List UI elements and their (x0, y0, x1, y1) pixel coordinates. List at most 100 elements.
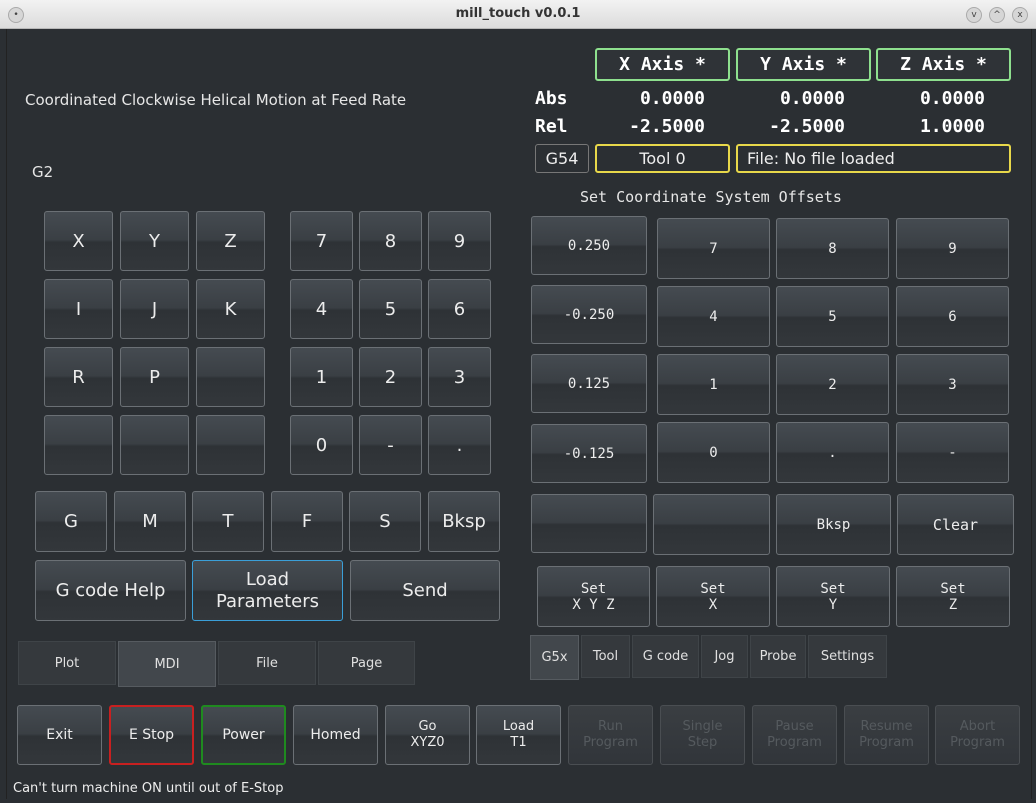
offset-clear-button[interactable]: Clear (897, 494, 1014, 555)
offset-preset-minus-0250[interactable]: -0.250 (531, 285, 647, 344)
x-axis-button[interactable]: X Axis * (595, 48, 730, 81)
offset-key-dot[interactable]: . (776, 422, 889, 483)
mdi-key-blank[interactable] (44, 415, 113, 475)
rel-z-value: 1.0000 (919, 116, 985, 137)
set-xyz-button[interactable]: Set X Y Z (537, 566, 650, 627)
mdi-num-dot[interactable]: . (428, 415, 491, 475)
homed-button[interactable]: Homed (293, 705, 378, 765)
mdi-backspace-button[interactable]: Bksp (428, 491, 500, 552)
offset-key-6[interactable]: 6 (896, 286, 1009, 347)
mdi-key-i[interactable]: I (44, 279, 113, 339)
mdi-key-r[interactable]: R (44, 347, 113, 407)
set-y-line1: Set (820, 580, 846, 597)
set-xyz-line2: X Y Z (572, 596, 615, 613)
close-icon[interactable]: x (1012, 7, 1028, 23)
offset-preset-0125[interactable]: 0.125 (531, 354, 647, 413)
rel-label: Rel (535, 116, 568, 137)
load-parameters-line2: Parameters (215, 590, 320, 612)
tab-jog[interactable]: Jog (701, 635, 748, 678)
mdi-key-blank[interactable] (196, 415, 265, 475)
set-z-button[interactable]: Set Z (896, 566, 1010, 627)
tab-settings[interactable]: Settings (808, 635, 887, 678)
mdi-word-m[interactable]: M (114, 491, 186, 552)
gcode-description: Coordinated Clockwise Helical Motion at … (25, 91, 407, 109)
abort-program-line1: Abort (959, 719, 996, 734)
offset-key-1[interactable]: 1 (657, 354, 770, 415)
mdi-key-blank[interactable] (120, 415, 189, 475)
offset-key-blank[interactable] (653, 494, 770, 555)
set-y-line2: Y (828, 596, 838, 613)
mdi-num-3[interactable]: 3 (428, 347, 491, 407)
tab-plot[interactable]: Plot (18, 641, 116, 685)
offset-preset-minus-0125[interactable]: -0.125 (531, 424, 647, 483)
mdi-num-5[interactable]: 5 (359, 279, 422, 339)
offset-key-9[interactable]: 9 (896, 218, 1009, 279)
gcode-help-button[interactable]: G code Help (35, 560, 186, 621)
tab-probe[interactable]: Probe (750, 635, 806, 678)
load-t1-line1: Load (502, 719, 535, 734)
mdi-key-p[interactable]: P (120, 347, 189, 407)
offset-key-2[interactable]: 2 (776, 354, 889, 415)
y-axis-button[interactable]: Y Axis * (736, 48, 871, 81)
exit-button[interactable]: Exit (17, 705, 102, 765)
pause-program-button[interactable]: Pause Program (752, 705, 837, 765)
offset-key-7[interactable]: 7 (657, 218, 770, 279)
single-step-button[interactable]: Single Step (660, 705, 745, 765)
mdi-num-8[interactable]: 8 (359, 211, 422, 271)
offset-key-5[interactable]: 5 (776, 286, 889, 347)
minimize-icon[interactable]: v (966, 7, 982, 23)
abs-label: Abs (535, 88, 568, 109)
offset-key-4[interactable]: 4 (657, 286, 770, 347)
rel-x-value: -2.5000 (629, 116, 705, 137)
mdi-num-9[interactable]: 9 (428, 211, 491, 271)
send-button[interactable]: Send (350, 560, 500, 621)
offset-key-minus[interactable]: - (896, 422, 1009, 483)
mdi-key-z[interactable]: Z (196, 211, 265, 271)
mdi-num-7[interactable]: 7 (290, 211, 353, 271)
mdi-word-t[interactable]: T (192, 491, 264, 552)
tab-gcode[interactable]: G code (632, 635, 699, 678)
go-xyz0-line2: XYZ0 (410, 735, 445, 750)
tab-file[interactable]: File (218, 641, 316, 685)
tab-mdi[interactable]: MDI (118, 641, 216, 687)
offset-key-0[interactable]: 0 (657, 422, 770, 483)
offset-key-3[interactable]: 3 (896, 354, 1009, 415)
maximize-icon[interactable]: ^ (989, 7, 1005, 23)
mdi-num-2[interactable]: 2 (359, 347, 422, 407)
load-t1-button[interactable]: Load T1 (476, 705, 561, 765)
offset-backspace-button[interactable]: Bksp (776, 494, 891, 555)
set-x-button[interactable]: Set X (656, 566, 770, 627)
run-program-button[interactable]: Run Program (568, 705, 653, 765)
mdi-num-1[interactable]: 1 (290, 347, 353, 407)
offset-key-8[interactable]: 8 (776, 218, 889, 279)
resume-program-line2: Program (859, 735, 914, 750)
mdi-key-blank[interactable] (196, 347, 265, 407)
mdi-num-0[interactable]: 0 (290, 415, 353, 475)
go-xyz0-button[interactable]: Go XYZ0 (385, 705, 470, 765)
mdi-key-x[interactable]: X (44, 211, 113, 271)
offset-preset-0250[interactable]: 0.250 (531, 216, 647, 275)
load-parameters-button[interactable]: Load Parameters (192, 560, 343, 621)
resume-program-button[interactable]: Resume Program (844, 705, 929, 765)
mdi-num-minus[interactable]: - (359, 415, 422, 475)
abs-x-value: 0.0000 (639, 88, 705, 109)
go-xyz0-line1: Go (418, 719, 437, 734)
mdi-word-g[interactable]: G (35, 491, 107, 552)
power-button[interactable]: Power (201, 705, 286, 765)
tab-page[interactable]: Page (318, 641, 415, 685)
mdi-num-4[interactable]: 4 (290, 279, 353, 339)
offset-preset-blank[interactable] (531, 494, 647, 553)
tool-indicator: Tool 0 (595, 144, 730, 173)
abort-program-button[interactable]: Abort Program (935, 705, 1020, 765)
mdi-key-k[interactable]: K (196, 279, 265, 339)
mdi-key-j[interactable]: J (120, 279, 189, 339)
mdi-word-f[interactable]: F (271, 491, 343, 552)
tab-g5x[interactable]: G5x (530, 635, 579, 680)
mdi-key-y[interactable]: Y (120, 211, 189, 271)
mdi-num-6[interactable]: 6 (428, 279, 491, 339)
mdi-word-s[interactable]: S (349, 491, 421, 552)
set-y-button[interactable]: Set Y (776, 566, 890, 627)
tab-tool[interactable]: Tool (581, 635, 630, 678)
estop-button[interactable]: E Stop (109, 705, 194, 765)
z-axis-button[interactable]: Z Axis * (876, 48, 1011, 81)
